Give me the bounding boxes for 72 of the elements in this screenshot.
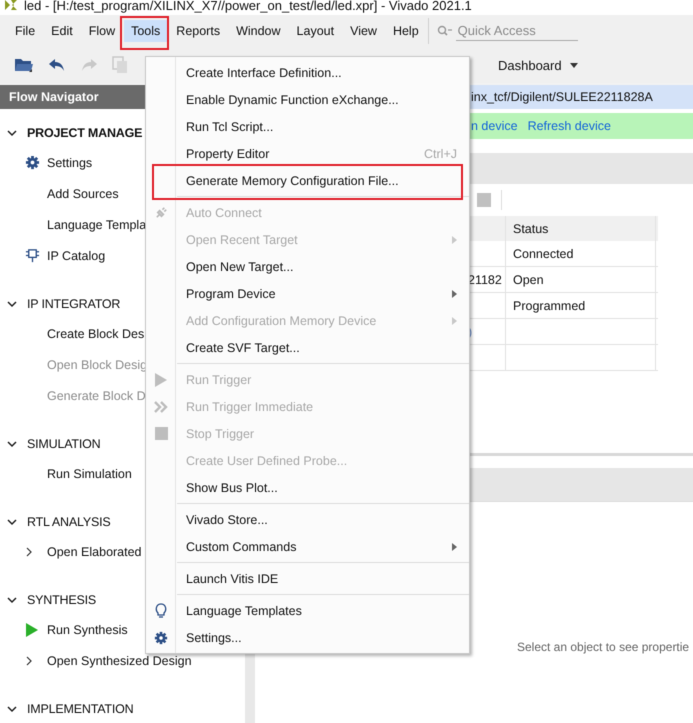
menu-item[interactable]: Generate Memory Configuration File... [176,174,469,188]
menu-item[interactable]: Create Interface Definition... [176,66,469,80]
settings-icon [154,630,168,644]
navigator-item[interactable]: Add Sources [47,186,119,200]
menu-item[interactable]: Help [386,20,426,42]
play-icon [25,622,39,638]
chevron-icon [7,128,17,138]
menu-item[interactable]: Layout [290,20,342,42]
menu-item[interactable]: Flow [82,20,122,42]
search-icon [436,25,453,37]
expand-icon[interactable] [25,656,33,666]
navigator-item[interactable]: Run Synthesis [47,622,128,636]
link[interactable]: Refresh device [528,119,611,133]
app-logo-icon [4,0,18,12]
menu-item[interactable]: Show Bus Plot... [176,480,469,494]
chevron-icon [7,517,17,527]
table-cell: Open [513,272,544,286]
navigator-item[interactable]: Open Elaborated [47,544,142,558]
plug-icon [154,205,168,220]
section-header[interactable]: RTL ANALYSIS [0,508,111,536]
chevron-icon [7,595,17,605]
menu-item[interactable]: Launch Vitis IDE [176,572,469,586]
menu-item[interactable]: Program Device [176,286,452,300]
menu-item[interactable]: Language Templates [176,604,469,618]
menu-item[interactable]: Reports [169,20,228,42]
undo-icon[interactable] [48,58,66,72]
menu-item[interactable]: File [8,20,42,42]
open-folder-icon[interactable] [14,56,34,74]
lightbulb-icon [155,602,167,618]
caret-icon [570,62,578,68]
section-header[interactable]: SYNTHESIS [0,586,96,614]
chevron-icon [7,299,17,309]
shortcut-label: Ctrl+J [424,146,457,160]
menu-item[interactable]: Edit [44,20,80,42]
section-header[interactable]: PROJECT MANAGE [0,119,142,147]
table-cell: 21182 [468,272,502,286]
navigator-item[interactable]: Settings [47,156,92,170]
menu-item[interactable]: Enable Dynamic Function eXchange... [176,92,469,106]
menu-item[interactable]: Create SVF Target... [176,340,469,354]
navigator-item[interactable]: Language Templa [47,218,146,232]
navigator-item[interactable]: IP Catalog [47,248,106,262]
panel-title: Flow Navigator [9,90,99,104]
menu-item[interactable]: Open New Target... [176,260,469,274]
chevron-icon [7,704,17,714]
navigator-item[interactable]: Run Simulation [47,466,132,480]
table-cell: Programmed [513,298,586,312]
menu-item[interactable]: View [343,20,384,42]
play-icon [155,372,167,386]
navigator-item[interactable]: Open Synthesized Design [47,654,192,668]
dashboard-dropdown[interactable]: Dashboard [498,58,578,72]
settings-icon [25,155,40,170]
menu-item[interactable]: Window [229,20,288,42]
menu-item[interactable]: Property Editor [176,146,424,160]
target-path: inx_tcf/Digilent/SULEE2211828A [471,90,653,104]
chip-icon [25,248,40,263]
menu-item[interactable]: Vivado Store... [176,512,469,526]
menu-item[interactable]: Settings... [176,630,469,644]
expand-icon[interactable] [25,546,33,556]
search-field[interactable]: Quick Access [456,21,578,41]
section-header[interactable]: SIMULATION [0,430,100,458]
link[interactable]: n device [471,119,518,133]
menu-item[interactable]: Custom Commands [176,540,452,554]
chevron-icon [7,439,17,449]
section-header[interactable]: IMPLEMENTATION [0,695,134,723]
table-cell: Connected [513,246,574,260]
double-chevron-icon [154,400,168,412]
empty-message: Select an object to see propertie [517,640,690,654]
window-title: led - [H:/test_program/XILINX_X7//power_on_test/led/led.xpr] - Vivado 2021.1 [24,0,472,12]
stop-icon [154,427,168,440]
menu-item[interactable]: Tools [124,20,168,42]
section-header[interactable]: IP INTEGRATOR [0,290,120,318]
menu-item[interactable]: Run Tcl Script... [176,120,469,134]
